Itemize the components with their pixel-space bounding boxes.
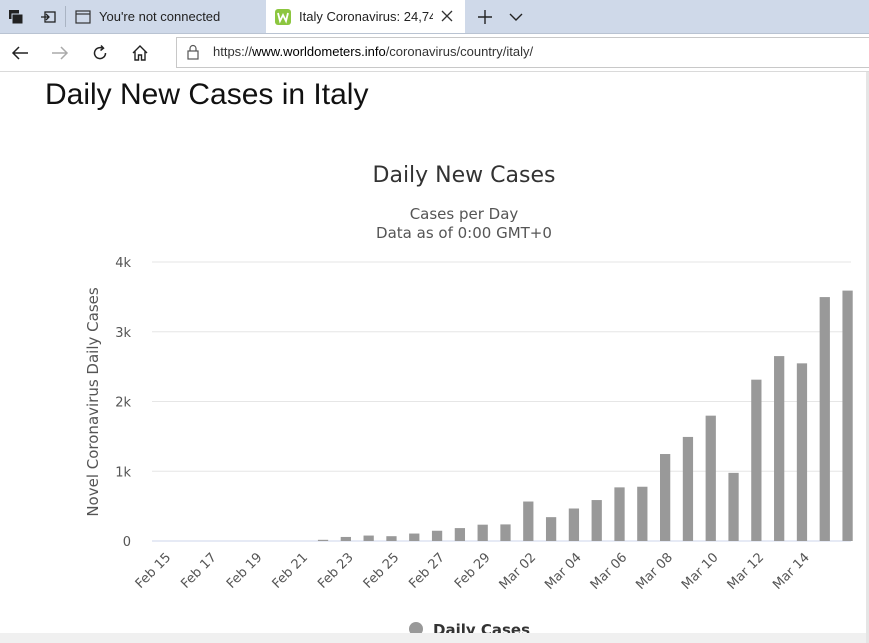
url-text[interactable]: https://www.worldometers.info/coronaviru… — [213, 44, 533, 59]
close-icon[interactable] — [439, 8, 455, 24]
chevron-down-icon[interactable] — [501, 0, 531, 33]
x-tick-label: Feb 21 — [270, 550, 312, 592]
y-tick-label: 2k — [115, 396, 131, 411]
bar[interactable] — [774, 356, 785, 541]
bars — [317, 290, 853, 541]
x-tick-label: Feb 29 — [452, 550, 494, 592]
bar[interactable] — [728, 472, 739, 541]
bar[interactable] — [500, 524, 511, 541]
y-tick-label: 1k — [115, 465, 131, 480]
x-tick-label: Feb 27 — [406, 550, 448, 592]
bar[interactable] — [660, 454, 671, 541]
tab-title: Italy Coronavirus: 24,747 Cases and 1,80… — [299, 9, 433, 24]
bar[interactable] — [409, 533, 420, 541]
bar[interactable] — [637, 486, 648, 541]
bottom-bar — [0, 633, 869, 643]
worldometer-favicon — [275, 8, 291, 25]
plus-icon[interactable] — [470, 0, 500, 33]
y-axis-label: Novel Coronavirus Daily Cases — [84, 287, 102, 517]
x-tick-label: Feb 25 — [361, 550, 403, 592]
x-tick-label: Feb 15 — [133, 550, 175, 592]
bar[interactable] — [477, 524, 488, 541]
bar[interactable] — [842, 290, 853, 541]
bar[interactable] — [340, 536, 351, 541]
daily-cases-chart: Daily New Cases Cases per Day Data as of… — [84, 163, 853, 639]
tab-title: You're not connected — [99, 9, 221, 24]
back-icon[interactable] — [2, 36, 38, 69]
chart-title: Daily New Cases — [373, 163, 556, 188]
y-tick-label: 3k — [115, 326, 131, 341]
page-icon — [75, 9, 91, 25]
refresh-icon[interactable] — [82, 36, 118, 69]
bar[interactable] — [751, 379, 762, 541]
bar[interactable] — [431, 530, 443, 541]
url-path: /coronavirus/country/italy/ — [385, 44, 534, 59]
url-host: www.worldometers.info — [252, 44, 386, 59]
x-tick-label: Mar 12 — [725, 550, 768, 593]
x-tick-label: Feb 17 — [178, 550, 220, 592]
set-aside-icon[interactable] — [32, 0, 64, 33]
bar[interactable] — [386, 536, 397, 541]
x-tick-label: Mar 02 — [497, 550, 540, 593]
bar[interactable] — [545, 517, 557, 541]
bar[interactable] — [705, 415, 716, 541]
bar[interactable] — [454, 528, 466, 541]
x-tick-label: Mar 06 — [588, 550, 631, 593]
tab-bar: You're not connected Italy Coronavirus: … — [0, 0, 869, 34]
chart-subtitle-line2: Data as of 0:00 GMT+0 — [376, 224, 552, 242]
bar[interactable] — [363, 535, 374, 541]
tab-not-connected[interactable]: You're not connected — [66, 0, 264, 33]
address-bar[interactable]: https://www.worldometers.info/coronaviru… — [176, 37, 869, 68]
lock-icon[interactable] — [186, 44, 200, 64]
x-axis-ticks: Feb 15 Feb 17 Feb 19 Feb 21 Feb 23 Feb 25 Feb … — [133, 550, 813, 593]
url-scheme: https:// — [213, 44, 253, 59]
chart-subtitle-line1: Cases per Day — [410, 205, 519, 223]
x-tick-label: Mar 10 — [679, 550, 722, 593]
x-tick-label: Feb 23 — [315, 550, 357, 592]
y-tick-label: 4k — [115, 256, 131, 271]
bar[interactable] — [819, 297, 830, 541]
x-tick-label: Mar 04 — [542, 550, 585, 593]
home-icon[interactable] — [122, 36, 158, 69]
window-icon[interactable] — [0, 0, 32, 33]
x-tick-label: Mar 08 — [633, 550, 676, 593]
bar[interactable] — [523, 501, 534, 541]
bar[interactable] — [614, 487, 625, 541]
tab-italy-coronavirus[interactable]: Italy Coronavirus: 24,747 Cases and 1,80… — [266, 0, 465, 33]
gridlines — [152, 261, 851, 542]
page-content: Daily New Cases in Italy Daily New Cases… — [0, 72, 869, 643]
forward-icon[interactable] — [42, 36, 78, 69]
y-tick-label: 0 — [123, 535, 131, 550]
bar[interactable] — [568, 508, 580, 541]
bar[interactable] — [682, 436, 694, 541]
y-axis-ticks: 0 1k 2k 3k 4k — [115, 256, 131, 550]
bar[interactable] — [317, 539, 329, 541]
navigation-bar: https://www.worldometers.info/coronaviru… — [0, 34, 869, 72]
x-tick-label: Feb 19 — [224, 550, 266, 592]
x-tick-label: Mar 14 — [770, 550, 813, 593]
bar[interactable] — [796, 363, 808, 541]
bar[interactable] — [591, 500, 602, 541]
